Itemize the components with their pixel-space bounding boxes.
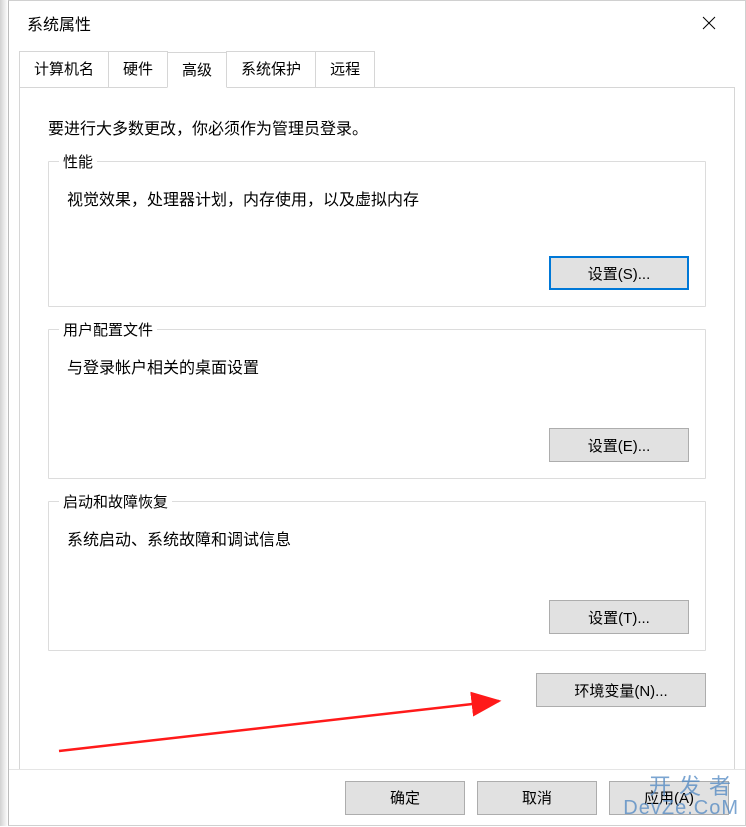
group-performance-legend: 性能 — [59, 151, 97, 172]
performance-settings-button[interactable]: 设置(S)... — [549, 256, 689, 290]
group-startup-recovery: 启动和故障恢复 系统启动、系统故障和调试信息 设置(T)... — [48, 501, 706, 651]
group-startup-recovery-desc: 系统启动、系统故障和调试信息 — [67, 526, 689, 550]
environment-variables-button[interactable]: 环境变量(N)... — [536, 673, 706, 707]
tab-panel-advanced: 要进行大多数更改，你必须作为管理员登录。 性能 视觉效果，处理器计划，内存使用，… — [19, 87, 735, 793]
tab-hardware[interactable]: 硬件 — [108, 51, 168, 87]
tab-system-protection[interactable]: 系统保护 — [226, 51, 316, 87]
group-user-profiles-desc: 与登录帐户相关的桌面设置 — [67, 354, 689, 378]
group-user-profiles: 用户配置文件 与登录帐户相关的桌面设置 设置(E)... — [48, 329, 706, 479]
ok-button[interactable]: 确定 — [345, 781, 465, 815]
group-user-profiles-legend: 用户配置文件 — [59, 319, 157, 340]
close-icon — [702, 16, 716, 30]
group-performance-desc: 视觉效果，处理器计划，内存使用，以及虚拟内存 — [67, 186, 689, 210]
group-startup-recovery-legend: 启动和故障恢复 — [59, 491, 172, 512]
system-properties-window: 系统属性 计算机名 硬件 高级 系统保护 远程 要进行大多数更改，你必须作为管理… — [8, 0, 746, 826]
window-title: 系统属性 — [27, 11, 91, 35]
cancel-button[interactable]: 取消 — [477, 781, 597, 815]
startup-recovery-settings-button[interactable]: 设置(T)... — [549, 600, 689, 634]
apply-button[interactable]: 应用(A) — [609, 781, 729, 815]
tabs: 计算机名 硬件 高级 系统保护 远程 — [19, 51, 735, 87]
close-button[interactable] — [687, 8, 731, 38]
user-profiles-settings-button[interactable]: 设置(E)... — [549, 428, 689, 462]
group-performance: 性能 视觉效果，处理器计划，内存使用，以及虚拟内存 设置(S)... — [48, 161, 706, 307]
tab-computer-name[interactable]: 计算机名 — [19, 51, 109, 87]
admin-notice: 要进行大多数更改，你必须作为管理员登录。 — [48, 115, 706, 139]
dialog-footer: 确定 取消 应用(A) — [9, 769, 745, 825]
tab-remote[interactable]: 远程 — [315, 51, 375, 87]
tab-advanced[interactable]: 高级 — [167, 52, 227, 88]
titlebar: 系统属性 — [9, 1, 745, 45]
